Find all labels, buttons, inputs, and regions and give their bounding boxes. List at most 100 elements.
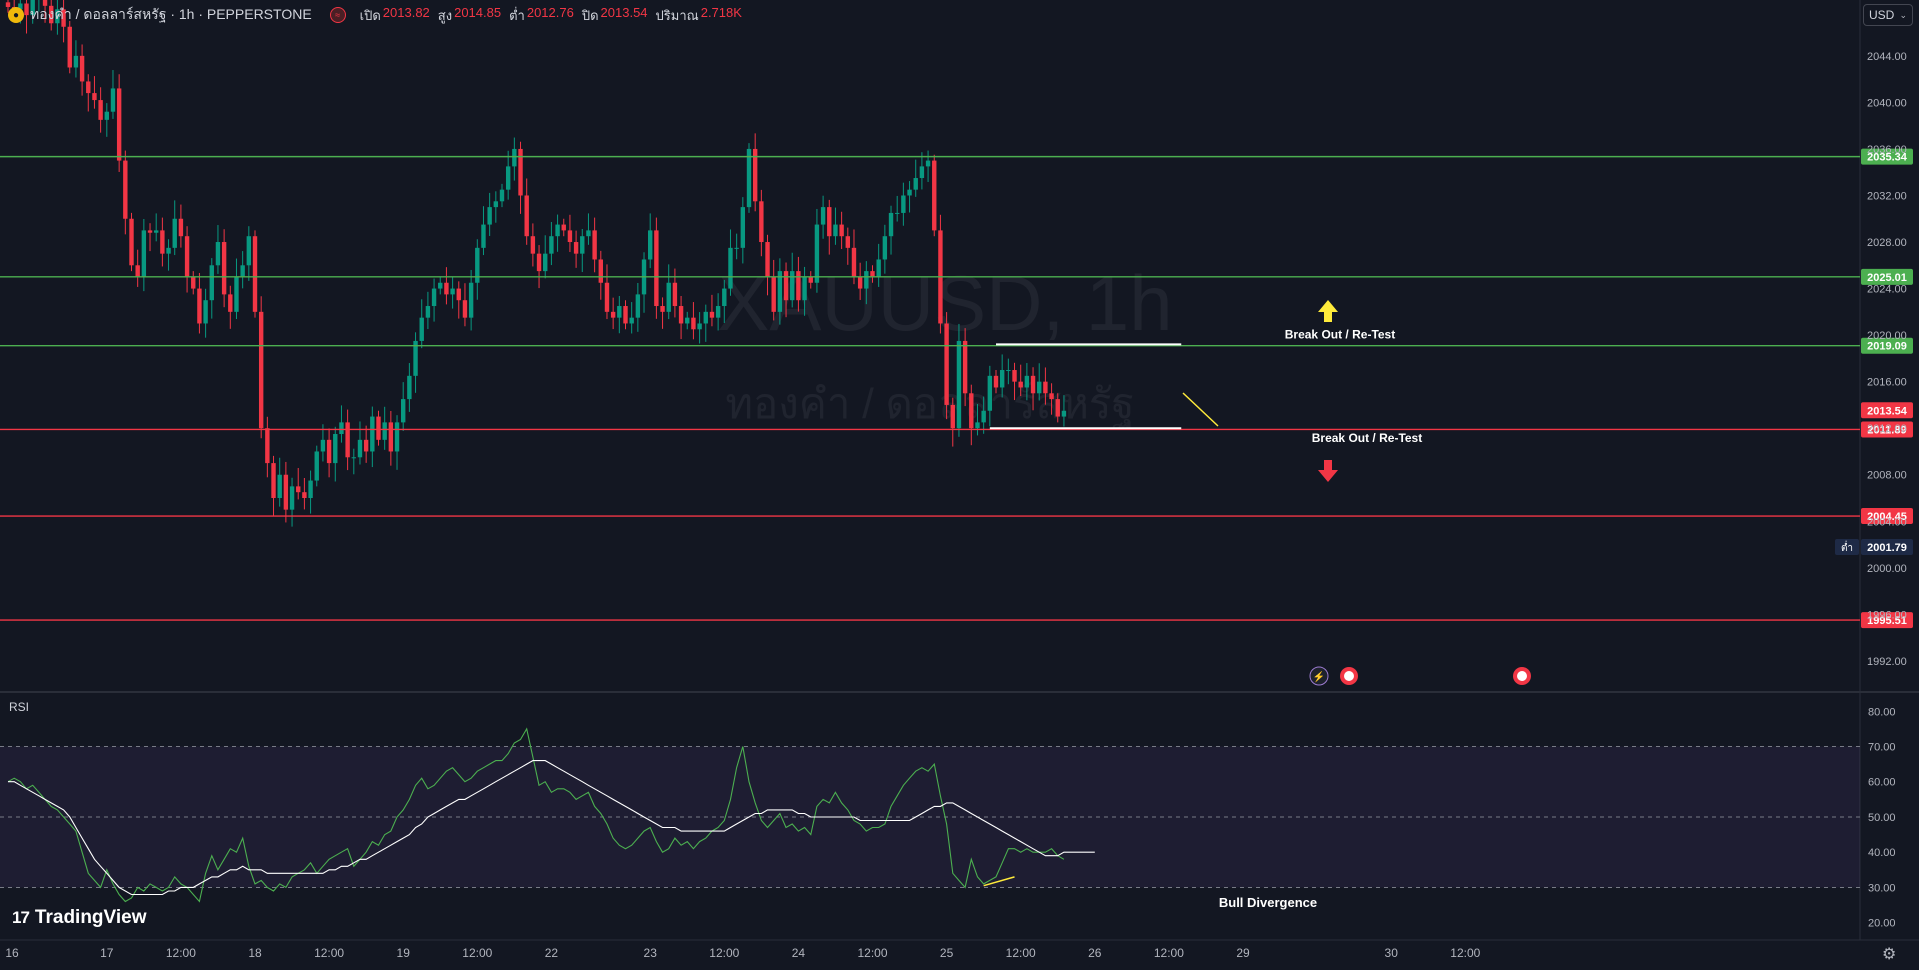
currency-select[interactable]: USD ⌄	[1863, 4, 1913, 26]
candle	[746, 143, 752, 213]
time-tick-label: 12:00	[1006, 946, 1036, 960]
candle-body	[678, 306, 684, 324]
chart-header: ● ทองคำ / ดอลลาร์สหรัฐ · 1h · PEPPERSTON…	[8, 5, 748, 25]
rsi-tick-label: 30.00	[1868, 882, 1896, 894]
candle-body	[969, 393, 974, 429]
last-price-text: 2013.54	[1867, 405, 1908, 417]
candle-body	[1055, 399, 1060, 417]
candle-body	[92, 93, 97, 101]
candle-body	[660, 306, 665, 312]
logo-text: TradingView	[34, 907, 147, 928]
breakout-label-upper: Break Out / Re-Test	[1285, 327, 1395, 341]
time-tick-label: 12:00	[1154, 946, 1184, 960]
candle-body	[468, 282, 474, 318]
candle-body	[1006, 370, 1011, 372]
candle-body	[888, 212, 894, 237]
candle-body	[308, 480, 313, 499]
candle-body	[289, 486, 295, 510]
price-axis: 2048.002044.002040.002036.002032.002028.…	[1867, 4, 1907, 668]
time-tick-label: 16	[5, 946, 19, 960]
candle-body	[814, 224, 820, 283]
candle-body	[178, 218, 184, 237]
candle-body	[246, 236, 252, 266]
candle-body	[956, 340, 962, 429]
gold-coin-icon[interactable]: ●	[8, 7, 24, 23]
time-tick-label: 18	[248, 946, 262, 960]
candle-body	[932, 160, 937, 231]
session-dot-icon[interactable]: ≈	[329, 7, 346, 23]
candle-body	[759, 201, 764, 243]
rsi-tick-label: 70.00	[1868, 742, 1896, 754]
candle-body	[123, 160, 128, 219]
candle-body	[481, 224, 486, 248]
price-tick-label: 2012.00	[1867, 423, 1907, 435]
candle-body	[857, 276, 863, 289]
time-tick-label: 12:00	[462, 946, 492, 960]
candle-body	[135, 265, 140, 277]
candle-body	[129, 218, 134, 266]
rsi-tick-label: 60.00	[1868, 777, 1896, 789]
time-tick-label: 26	[1088, 946, 1102, 960]
rsi-pane-label[interactable]: RSI	[9, 700, 29, 714]
price-tick-label: 2008.00	[1867, 470, 1907, 482]
ohlc-open-label: เปิด	[359, 7, 381, 23]
candle-body	[962, 340, 968, 394]
candle-body	[487, 207, 492, 225]
candle-body	[345, 422, 350, 458]
candle-body	[197, 288, 202, 324]
candle-body	[419, 317, 424, 341]
breakout-label-lower: Break Out / Re-Test	[1312, 431, 1422, 445]
candle-body	[870, 271, 875, 277]
candle-body	[283, 474, 289, 510]
candle-body	[802, 276, 807, 301]
candle-body	[401, 399, 406, 423]
us-flag-inner	[1344, 671, 1354, 681]
candle-body	[993, 375, 999, 388]
candle-body	[567, 230, 573, 243]
candle-body	[925, 160, 931, 167]
candle-body	[975, 422, 980, 429]
candle-body	[320, 439, 326, 452]
level-label-text: 2019.09	[1867, 341, 1907, 353]
divergence-label: Bull Divergence	[1219, 895, 1317, 910]
candle-body	[209, 265, 214, 301]
gear-icon[interactable]: ⚙	[1882, 944, 1896, 964]
price-tick-label: 1996.00	[1867, 609, 1907, 621]
candle-body	[104, 111, 109, 120]
candle-body	[326, 439, 332, 464]
candle-body	[191, 276, 196, 289]
candle-body	[67, 26, 72, 68]
rsi-tick-label: 40.00	[1868, 847, 1896, 859]
candle	[258, 296, 264, 439]
candle-body	[592, 230, 597, 260]
candle-body	[709, 311, 715, 318]
candle-body	[431, 288, 437, 307]
candle-body	[586, 230, 591, 237]
candle-body	[357, 439, 363, 458]
candle-body	[160, 230, 165, 254]
level-label-text: 2025.01	[1867, 272, 1907, 284]
candle	[252, 230, 258, 318]
candle-body	[999, 370, 1005, 388]
candle-body	[543, 253, 548, 272]
candle-body	[79, 55, 85, 82]
candle-body	[154, 230, 159, 233]
candle-body	[172, 218, 177, 248]
price-tick-label: 2004.00	[1867, 516, 1907, 528]
candle-body	[221, 242, 227, 295]
tradingview-logo[interactable]: 17 TradingView	[12, 907, 147, 929]
candle-body	[536, 253, 542, 272]
candle-body	[228, 294, 233, 312]
candle-body	[530, 236, 536, 254]
symbol-title[interactable]: ทองคำ / ดอลลาร์สหรัฐ · 1h · PEPPERSTONE	[30, 4, 312, 26]
candle-body	[147, 230, 153, 233]
candle-body	[438, 282, 443, 289]
candle-body	[234, 276, 239, 312]
candle-body	[363, 439, 369, 452]
candle-body	[691, 317, 696, 330]
time-tick-label: 12:00	[314, 946, 344, 960]
candle-body	[271, 463, 276, 499]
chart-canvas[interactable]: XAUUSD, 1hทองคำ / ดอลลาร์สหรัฐ2035.34202…	[0, 0, 1919, 970]
candle-body	[252, 236, 258, 312]
candle-body	[839, 224, 844, 237]
